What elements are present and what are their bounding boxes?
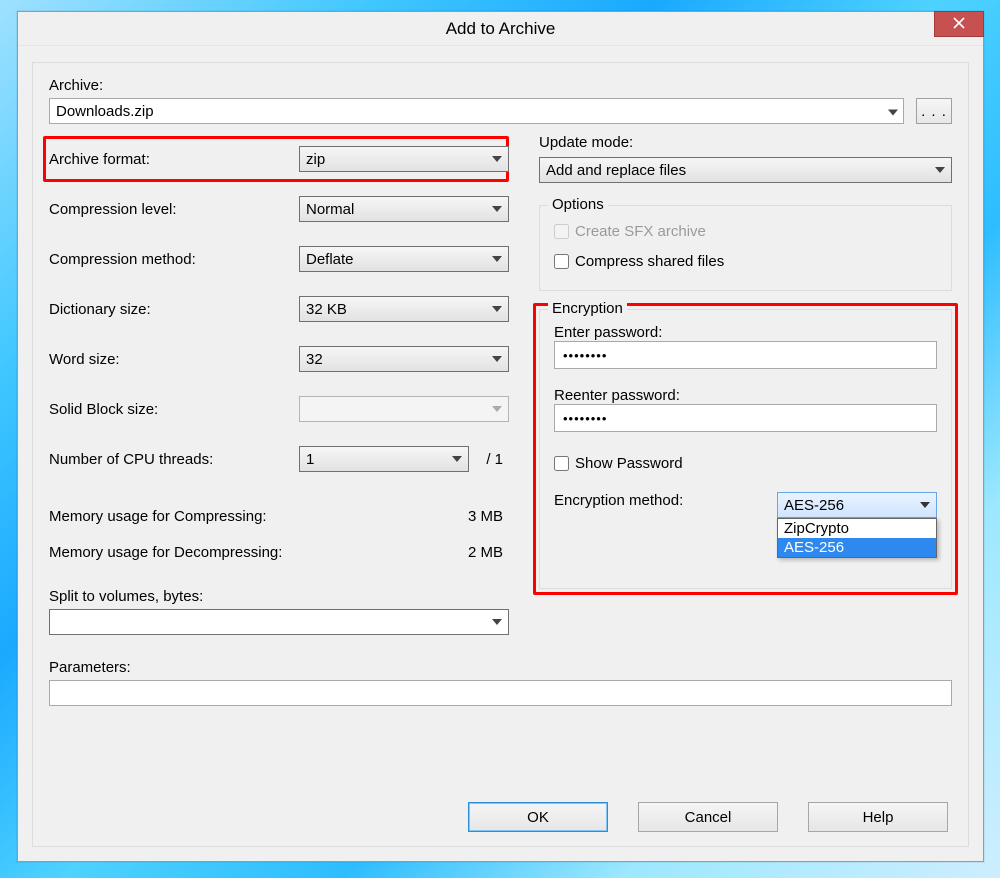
threads-combo[interactable]: 1 [299, 446, 469, 472]
dialog-body: Archive: . . . Archive format: [32, 62, 969, 847]
word-combo[interactable]: 32 [299, 346, 509, 372]
chevron-down-icon [492, 256, 502, 262]
archive-label: Archive: [49, 77, 952, 94]
chevron-down-icon [492, 406, 502, 412]
dict-label: Dictionary size: [49, 301, 299, 318]
row-word: Word size: 32 [49, 334, 509, 384]
left-column: Archive format: zip Compression level: N… [49, 134, 509, 635]
row-threads: Number of CPU threads: 1 / 1 [49, 434, 509, 484]
chevron-down-icon[interactable] [888, 103, 898, 120]
chevron-down-icon [492, 206, 502, 212]
encmethod-label: Encryption method: [554, 492, 777, 509]
encmethod-value: AES-256 [784, 497, 844, 514]
method-combo[interactable]: Deflate [299, 246, 509, 272]
ok-button[interactable]: OK [468, 802, 608, 832]
encmethod-option-aes256[interactable]: AES-256 [778, 538, 936, 557]
row-method: Compression method: Deflate [49, 234, 509, 284]
mem-comp-label: Memory usage for Compressing: [49, 508, 267, 525]
level-value: Normal [306, 201, 354, 218]
row-mem-decompress: Memory usage for Decompressing: 2 MB [49, 534, 509, 570]
threads-value: 1 [306, 451, 314, 468]
row-level: Compression level: Normal [49, 184, 509, 234]
title-bar: Add to Archive [18, 12, 983, 46]
word-label: Word size: [49, 351, 299, 368]
method-value: Deflate [306, 251, 354, 268]
sfx-checkbox [554, 224, 569, 239]
encryption-title: Encryption [548, 300, 627, 317]
archive-row: Archive: . . . [49, 77, 952, 124]
mem-comp-value: 3 MB [468, 508, 503, 525]
update-label: Update mode: [539, 134, 952, 151]
chevron-down-icon [920, 502, 930, 508]
password-input[interactable] [554, 341, 937, 369]
chevron-down-icon [492, 306, 502, 312]
sfx-label: Create SFX archive [575, 223, 706, 240]
chevron-down-icon [492, 619, 502, 625]
row-dict: Dictionary size: 32 KB [49, 284, 509, 334]
mem-decomp-label: Memory usage for Decompressing: [49, 544, 282, 561]
mem-decomp-value: 2 MB [468, 544, 503, 561]
row-solid: Solid Block size: [49, 384, 509, 434]
dict-combo[interactable]: 32 KB [299, 296, 509, 322]
params-row: Parameters: [49, 659, 952, 706]
solid-combo [299, 396, 509, 422]
showpw-row[interactable]: Show Password [554, 448, 937, 478]
encmethod-dropdown[interactable]: ZipCrypto AES-256 [777, 518, 937, 558]
solid-label: Solid Block size: [49, 401, 299, 418]
encmethod-combo[interactable]: AES-256 ZipCrypto AES-256 [777, 492, 937, 518]
showpw-label: Show Password [575, 455, 683, 472]
button-bar: OK Cancel Help [468, 802, 948, 832]
row-format: Archive format: zip [49, 134, 509, 184]
format-value: zip [306, 151, 325, 168]
params-input[interactable] [49, 680, 952, 706]
chevron-down-icon [452, 456, 462, 462]
update-value: Add and replace files [546, 162, 686, 179]
level-label: Compression level: [49, 201, 299, 218]
dict-value: 32 KB [306, 301, 347, 318]
level-combo[interactable]: Normal [299, 196, 509, 222]
dialog-window: Add to Archive Archive: . . . [17, 11, 984, 862]
threads-total: / 1 [469, 451, 509, 468]
word-value: 32 [306, 351, 323, 368]
sfx-checkbox-row: Create SFX archive [554, 216, 937, 246]
chevron-down-icon [492, 156, 502, 162]
cancel-button[interactable]: Cancel [638, 802, 778, 832]
method-label: Compression method: [49, 251, 299, 268]
threads-label: Number of CPU threads: [49, 451, 299, 468]
archive-name-input[interactable] [49, 98, 904, 124]
chevron-down-icon [492, 356, 502, 362]
encryption-group: Encryption Enter password: Reenter passw… [539, 309, 952, 589]
window-title: Add to Archive [446, 19, 556, 39]
split-combo[interactable] [49, 609, 509, 635]
columns: Archive format: zip Compression level: N… [49, 134, 952, 635]
browse-button[interactable]: . . . [916, 98, 952, 124]
options-title: Options [548, 196, 608, 213]
pw2-label: Reenter password: [554, 387, 937, 404]
row-mem-compress: Memory usage for Compressing: 3 MB [49, 498, 509, 534]
shared-label: Compress shared files [575, 253, 724, 270]
split-label: Split to volumes, bytes: [49, 588, 509, 605]
right-column: Update mode: Add and replace files Optio… [539, 134, 952, 635]
help-button[interactable]: Help [808, 802, 948, 832]
shared-checkbox-row[interactable]: Compress shared files [554, 246, 937, 276]
format-combo[interactable]: zip [299, 146, 509, 172]
pw1-label: Enter password: [554, 324, 937, 341]
format-label: Archive format: [49, 151, 299, 168]
close-button[interactable] [934, 11, 984, 37]
password-confirm-input[interactable] [554, 404, 937, 432]
chevron-down-icon [935, 167, 945, 173]
close-icon [953, 16, 965, 33]
shared-checkbox[interactable] [554, 254, 569, 269]
params-label: Parameters: [49, 659, 952, 676]
browse-label: . . . [921, 103, 947, 120]
showpw-checkbox[interactable] [554, 456, 569, 471]
options-group: Options Create SFX archive Compress shar… [539, 205, 952, 291]
encmethod-option-zipcrypto[interactable]: ZipCrypto [778, 519, 936, 538]
update-combo[interactable]: Add and replace files [539, 157, 952, 183]
